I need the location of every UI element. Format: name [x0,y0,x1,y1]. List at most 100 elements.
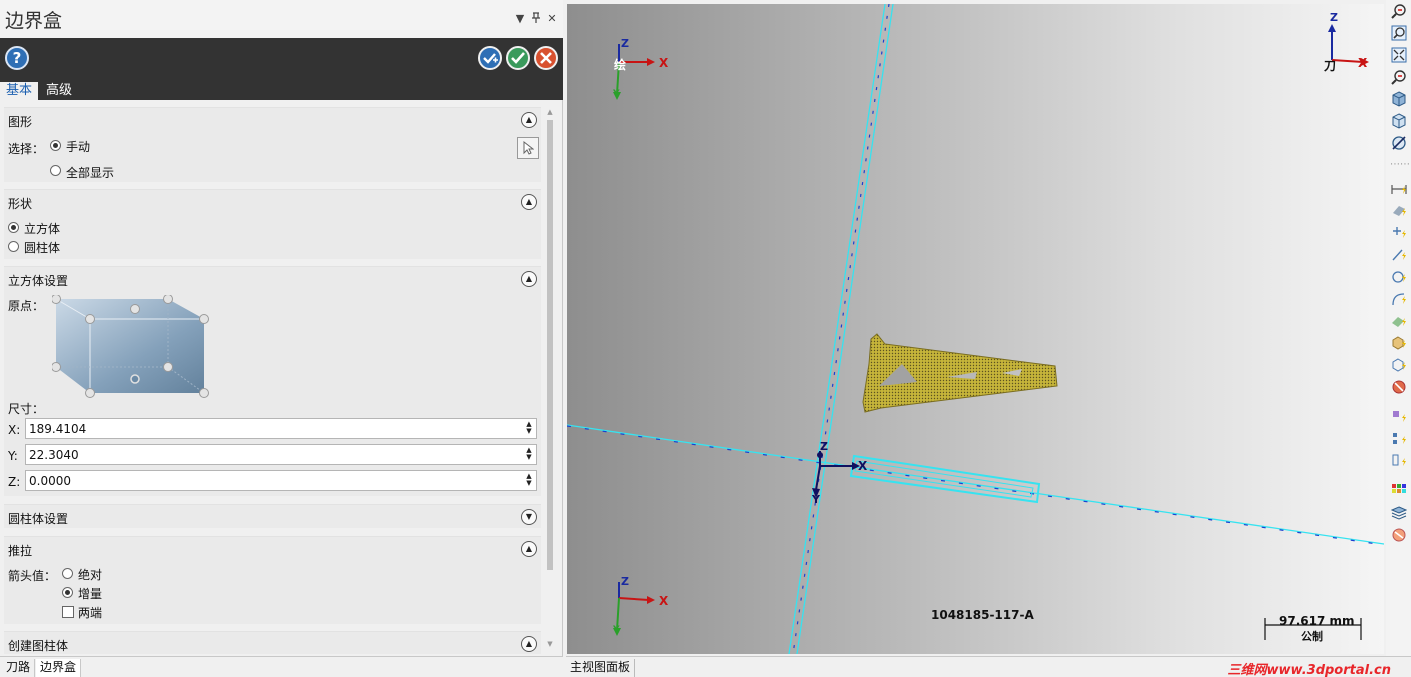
clear-icon[interactable] [1390,527,1407,544]
boundary-box-panel: 边界盒 ▼ ✕ ? 基本 高级 图形 ▲ 选择： 手动 全部显示 形状 ▲ 立方… [0,0,563,677]
z-spinner-icon[interactable]: ▲ ▼ [524,473,534,488]
axis-label-y: Y [812,493,820,506]
radio-cube[interactable] [8,222,19,233]
axis-label-y: Y [613,625,620,635]
radio-manual-label: 手动 [66,140,91,154]
dimension-icon[interactable] [1390,181,1407,198]
expand-down-icon[interactable]: ▼ [521,509,537,525]
radio-absolute-label: 绝对 [78,568,103,582]
boundary-line [788,4,886,654]
top-view-icon[interactable] [1390,113,1407,130]
scroll-up-icon[interactable]: ▲ [545,108,555,116]
x-size-input[interactable]: 189.4104 ▲ ▼ [25,418,537,439]
section-shape: 形状 ▲ 立方体 圆柱体 [4,189,541,259]
both-ends-checkbox[interactable] [62,606,74,618]
origin-label: 原点： [8,299,45,313]
part-bracket[interactable] [862,333,1058,413]
circle-icon[interactable] [1390,269,1407,286]
tab-boundary-box[interactable]: 边界盒 [36,659,82,677]
collapse-up-icon[interactable]: ▲ [521,541,537,557]
collapse-up-icon[interactable]: ▲ [521,636,537,652]
select-entities-button[interactable] [517,137,539,159]
plane-icon[interactable] [1390,453,1407,470]
ok-and-new-button[interactable] [478,46,502,70]
x-spinner-icon[interactable]: ▲ ▼ [524,421,534,436]
radio-cylinder-label: 圆柱体 [24,241,61,255]
panel-close-icon[interactable]: ✕ [545,12,559,26]
origin-cube-picker[interactable] [51,294,212,399]
hide-icon[interactable] [1390,135,1407,152]
layer-icon[interactable] [1390,409,1407,426]
z-size-input[interactable]: 0.0000 ▲ ▼ [25,470,537,491]
watermark-text: 三维网www.3dportal.cn [1227,663,1391,677]
y-spinner-icon[interactable]: ▲ ▼ [524,447,534,462]
axis-label-x: X [659,594,669,608]
part-number-label: 1048185-117-A [931,608,1034,622]
section-title: 形状 [8,197,33,211]
boundary-line [567,424,1384,545]
surface-icon[interactable] [1390,313,1407,330]
help-button[interactable]: ? [5,46,29,70]
point-icon[interactable] [1390,225,1407,242]
level-icon[interactable] [1390,431,1407,448]
z-size-value: 0.0000 [29,474,71,488]
no-entry-icon[interactable] [1390,379,1407,396]
isometric-view-icon[interactable] [1390,91,1407,108]
view-toolbar: ⋯⋯ [1386,0,1411,660]
zoom-target-icon[interactable] [1390,25,1407,42]
scroll-down-icon[interactable]: ▼ [545,640,555,648]
y-size-label: Y: [8,449,18,463]
scale-unit: 公制 [1301,630,1323,643]
arrow-value-label: 箭头值： [8,569,57,583]
radio-absolute[interactable] [62,568,73,579]
axis-label-x: X [858,459,868,473]
axis-dash-line [567,425,1384,546]
section-title: 圆柱体设置 [8,512,69,526]
wireframe-icon[interactable] [1390,357,1407,374]
graphics-viewport[interactable]: Z X 绘 Y Z X 刀 Z X Y Z X Y 1048185-117-A … [567,4,1384,654]
zoom-window-icon[interactable] [1390,3,1407,20]
panel-dropdown-icon[interactable]: ▼ [513,12,527,26]
radio-cube-label: 立方体 [24,222,61,236]
ok-button[interactable] [506,46,530,70]
scale-value: 97.617 mm [1279,614,1355,628]
section-create-cylinder: 创建图柱体 ▲ [4,631,541,654]
boundary-box-outline[interactable] [849,454,1041,504]
collapse-up-icon[interactable]: ▲ [521,194,537,210]
collapse-up-icon[interactable]: ▲ [521,271,537,287]
layers-stack-icon[interactable] [1390,505,1407,522]
axis-label-z: Z [1330,11,1338,24]
panel-scrollbar[interactable]: ▲ ▼ [545,108,555,654]
status-bar: 主视图面板 三维网www.3dportal.cn [566,656,1411,677]
unzoom-icon[interactable] [1390,69,1407,86]
y-size-input[interactable]: 22.3040 ▲ ▼ [25,444,537,465]
panel-pin-icon[interactable] [529,12,543,26]
scrollbar-thumb[interactable] [547,120,553,570]
tab-advanced[interactable]: 高级 [40,82,78,100]
collapse-up-icon[interactable]: ▲ [521,112,537,128]
arc-icon[interactable] [1390,291,1407,308]
tab-main-view-panel[interactable]: 主视图面板 [566,659,636,677]
axis-label-x: X [659,56,669,70]
axis-dash-line [792,4,890,654]
tool-plane-label: 刀 [1324,59,1337,73]
section-cube-settings: 立方体设置 ▲ 原点： 尺寸： X: 189.4104 ▲ ▼ Y: 22.30… [4,266,541,496]
color-grid-icon[interactable] [1390,483,1407,500]
radio-show-all[interactable] [50,165,61,176]
radio-incremental-label: 增量 [78,587,103,601]
shade-icon[interactable] [1390,203,1407,220]
cancel-button[interactable] [534,46,558,70]
section-graphics: 图形 ▲ 选择： 手动 全部显示 [4,107,541,182]
panel-title-bar: 边界盒 ▼ ✕ [0,0,563,38]
solid-icon[interactable] [1390,335,1407,352]
panel-title: 边界盒 [5,10,63,32]
tab-basic[interactable]: 基本 [0,82,39,100]
section-push-pull: 推拉 ▲ 箭头值： 绝对 增量 两端 [4,536,541,624]
radio-manual[interactable] [50,140,61,151]
panel-toolbar: ? 基本 高级 [0,38,563,100]
radio-incremental[interactable] [62,587,73,598]
fit-icon[interactable] [1390,47,1407,64]
tab-toolpaths[interactable]: 刀路 [2,659,36,677]
line-icon[interactable] [1390,247,1407,264]
radio-cylinder[interactable] [8,241,19,252]
